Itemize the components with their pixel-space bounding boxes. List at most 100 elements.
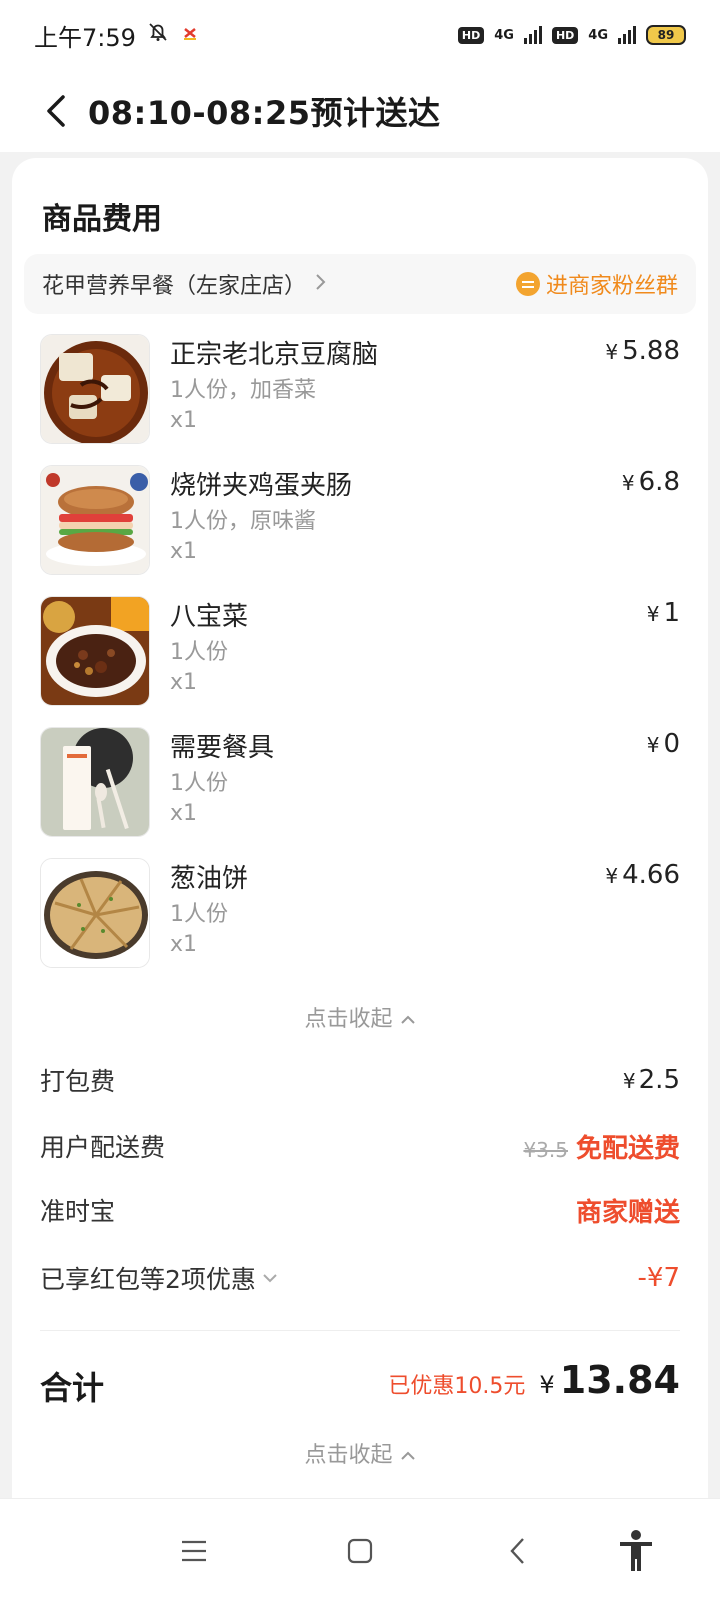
ontime-value: 商家赠送 [575,1197,680,1228]
yen-symbol: ¥ [539,1371,555,1399]
signal-icon-2 [618,26,636,44]
item-qty: x1 [170,801,198,826]
discount-value: -¥7 [637,1263,680,1293]
fans-group-label: 进商家粉丝群 [545,274,678,299]
yen-symbol: ¥ [621,471,635,495]
total-amount: 13.84 [559,1358,680,1402]
item-price: ¥1 [647,598,680,628]
item-name: 八宝菜 [170,602,249,632]
item-spec: 1人份，原味酱 [170,509,316,534]
discount-label: 已享红包等2项优惠 [40,1265,256,1294]
packing-fee-value: ¥2.5 [623,1065,680,1095]
item-spec: 1人份 [170,771,228,796]
signal-icon-1 [523,26,542,44]
yen-symbol: ¥ [605,340,619,364]
item-price-value: 4.66 [622,860,680,890]
chevron-right-icon [314,272,326,296]
store-bar: 花甲营养早餐（左家庄店） 进商家粉丝群 [24,254,696,314]
item-spec: 1人份 [170,640,228,665]
delivery-fee-value: ¥3.5 免配送费 [523,1128,680,1165]
item-image-scallion-pancake [40,858,150,968]
hd-icon: HD [457,26,485,44]
yen-symbol: ¥ [605,864,619,888]
order-fee-card: 商品费用 花甲营养早餐（左家庄店） 进商家粉丝群 正宗老北京豆腐脑 1人份，加香… [12,158,708,1498]
item-price: ¥6.8 [622,467,680,497]
battery-icon: 89 [646,25,686,45]
network-type-1: 4G [494,27,514,43]
packing-fee-amount: 2.5 [638,1065,680,1095]
item-spec: 1人份 [170,902,228,927]
collapse-label: 点击收起 [304,1443,393,1468]
page-title: 08:10-08:25预计送达 [88,94,441,132]
delivery-fee-row: 用户配送费 ¥3.5 免配送费 [40,1126,680,1166]
item-name: 葱油饼 [170,864,249,894]
bell-off-icon [146,20,170,50]
item-price-value: 0 [663,729,680,759]
free-delivery-label: 免配送费 [575,1133,680,1164]
ontime-label: 准时宝 [40,1197,116,1226]
item-qty: x1 [170,408,198,433]
item-price: ¥0 [647,729,680,759]
discount-row[interactable]: 已享红包等2项优惠 -¥7 [40,1258,680,1298]
packing-fee-row: 打包费 ¥2.5 [40,1060,680,1100]
join-fans-group-button[interactable]: 进商家粉丝群 [515,268,678,300]
system-nav-bar [0,1498,720,1600]
yen-symbol: ¥ [622,1069,636,1093]
list-item: 八宝菜 1人份 x1 ¥1 [40,596,680,727]
item-image-eight-treasure-veg [40,596,150,706]
item-name: 烧饼夹鸡蛋夹肠 [170,471,353,501]
item-qty: x1 [170,932,198,957]
page-header: 08:10-08:25预计送达 [0,70,720,152]
store-name-link[interactable]: 花甲营养早餐（左家庄店） [42,268,306,300]
divider [40,1330,680,1331]
delivery-fee-label: 用户配送费 [40,1133,166,1162]
chat-bubble-icon [515,272,540,296]
collapse-label: 点击收起 [304,1007,393,1032]
yen-symbol: ¥ [646,602,660,626]
status-bar: 上午7:59 HD 4G HD 4G 89 [0,0,720,70]
app-notification-icon [180,21,200,49]
hd-icon-2: HD [551,26,579,44]
item-spec: 1人份，加香菜 [170,378,316,403]
item-image-tableware [40,727,150,837]
square-icon [347,1538,373,1564]
home-button[interactable] [338,1529,382,1573]
back-triangle-icon [510,1538,524,1564]
collapse-summary-button[interactable]: 点击收起 [12,1437,708,1469]
item-name: 正宗老北京豆腐脑 [170,340,379,370]
item-price: ¥4.66 [605,860,680,890]
item-name: 需要餐具 [170,733,275,763]
chevron-up-icon [400,1443,416,1468]
list-item: 葱油饼 1人份 x1 ¥4.66 [40,858,680,989]
delivery-original-price: ¥3.5 [523,1137,568,1162]
packing-fee-label: 打包费 [40,1067,116,1096]
saved-amount: 已优惠10.5元 [388,1374,526,1399]
item-price-value: 1 [663,598,680,628]
item-price-value: 5.88 [622,336,680,366]
back-arrow-icon [47,95,65,127]
section-title: 商品费用 [42,202,162,237]
item-list: 正宗老北京豆腐脑 1人份，加香菜 x1 ¥5.88 烧饼夹鸡蛋夹肠 1人份，原味… [40,334,680,989]
status-time: 上午7:59 [34,23,136,52]
total-label: 合计 [40,1369,105,1407]
ontime-guarantee-row: 准时宝 商家赠送 [40,1190,680,1230]
item-image-tofu-pudding [40,334,150,444]
collapse-items-button[interactable]: 点击收起 [12,1001,708,1033]
yen-symbol: ¥ [646,733,660,757]
menu-icon [182,1540,206,1562]
total-summary: 已优惠10.5元 ¥ 13.84 [388,1358,680,1402]
item-price-value: 6.8 [638,467,680,497]
network-type-2: 4G [588,27,608,43]
back-button[interactable] [36,91,76,131]
system-back-button[interactable] [496,1529,540,1573]
list-item: 正宗老北京豆腐脑 1人份，加香菜 x1 ¥5.88 [40,334,680,465]
item-price: ¥5.88 [605,336,680,366]
list-item: 烧饼夹鸡蛋夹肠 1人份，原味酱 x1 ¥6.8 [40,465,680,596]
item-qty: x1 [170,670,198,695]
chevron-up-icon [400,1007,416,1032]
list-item: 需要餐具 1人份 x1 ¥0 [40,727,680,858]
accessibility-icon [620,1530,652,1571]
item-image-sesame-sandwich [40,465,150,575]
accessibility-button[interactable] [614,1529,658,1573]
recents-button[interactable] [172,1529,216,1573]
